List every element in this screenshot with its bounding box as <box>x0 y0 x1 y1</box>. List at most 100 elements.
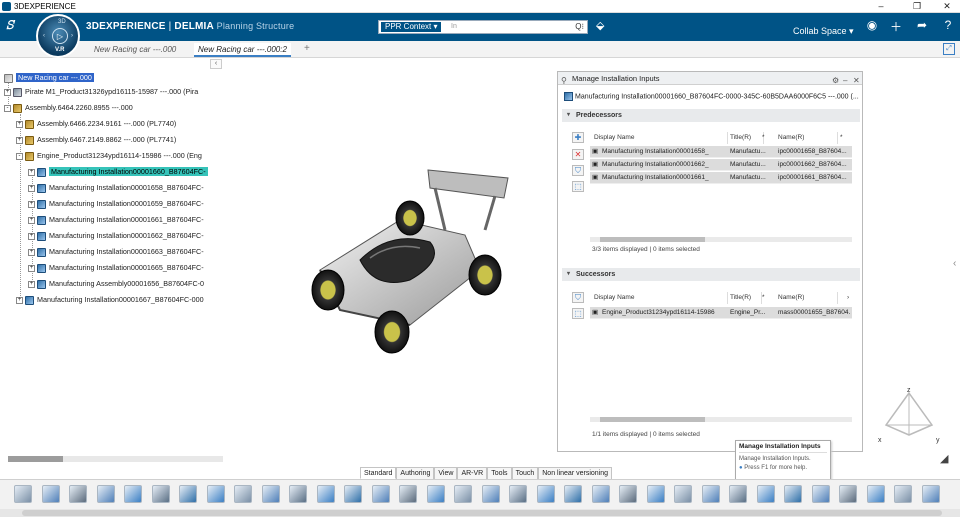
product-icon[interactable] <box>124 485 142 503</box>
tree-item[interactable]: + Manufacturing Installation00001660_B876… <box>28 166 208 178</box>
network-icon[interactable] <box>481 485 500 503</box>
structure-icon[interactable] <box>206 485 225 503</box>
plus-icon[interactable]: ＋ <box>888 18 904 35</box>
successors-section-header[interactable]: ▾ Successors <box>562 268 860 281</box>
expand-toggle-icon[interactable]: + <box>4 88 11 96</box>
table-row[interactable]: ▣ Manufacturing Installation00001661_ Ma… <box>590 172 852 184</box>
tree-scrollbar-thumb[interactable] <box>8 456 63 462</box>
search-input[interactable]: In <box>451 23 457 30</box>
user-icon[interactable]: ◉ <box>864 18 880 32</box>
tree-item[interactable]: + Assembly.6466.2234.9161 ---.000 (PL7740… <box>16 118 176 130</box>
tree-scrollbar[interactable] <box>8 456 223 462</box>
tag-icon[interactable]: ⬙ <box>596 19 604 32</box>
clock-icon[interactable] <box>371 485 390 503</box>
close-icon[interactable] <box>921 485 940 503</box>
installation-link[interactable]: Manufacturing Installation00001660_B8760… <box>564 92 859 101</box>
expand-toggle-icon[interactable]: + <box>28 264 35 272</box>
install-icon[interactable] <box>674 485 692 503</box>
close-button[interactable]: ✕ <box>932 0 960 13</box>
tree-item[interactable]: + Pirate M1_Product31326ypd16115-15987 --… <box>4 86 198 98</box>
restore-button[interactable]: ❐ <box>902 0 932 13</box>
tab-ar-vr[interactable]: AR-VR <box>457 467 488 479</box>
tab-racing-car-1[interactable]: New Racing car ---.000 <box>90 43 180 57</box>
assign-icon[interactable] <box>509 485 527 503</box>
tree-link-icon[interactable] <box>426 485 445 503</box>
racing-car-3d-model[interactable] <box>280 150 520 360</box>
tree-item[interactable]: + Assembly.6467.2149.8862 ---.000 (PL7741… <box>16 134 176 146</box>
tab-racing-car-2[interactable]: New Racing car ---.000:2 <box>194 43 291 57</box>
ds-logo-icon[interactable]: ꕶ <box>6 18 14 33</box>
expand-toggle-icon[interactable]: - <box>4 104 11 112</box>
tree-item[interactable]: + Manufacturing Installation00001658_B876… <box>28 182 204 194</box>
expand-toggle-icon[interactable]: + <box>28 184 35 192</box>
tree-item[interactable]: + Manufacturing Installation00001661_B876… <box>28 214 204 226</box>
paste-icon[interactable] <box>69 485 87 503</box>
cut-icon[interactable] <box>14 485 32 503</box>
side-panel-arrow-icon[interactable]: ‹ <box>953 258 956 269</box>
edit-icon[interactable] <box>261 485 280 503</box>
tree-item[interactable]: New Racing car ---.000 <box>4 72 94 84</box>
pen-icon[interactable]: ◢ <box>940 452 948 465</box>
add-predecessor-icon[interactable]: ✚ <box>572 132 584 143</box>
tab-standard[interactable]: Standard <box>360 467 397 479</box>
boxes-icon[interactable] <box>536 485 555 503</box>
table-icon[interactable] <box>811 485 830 503</box>
tab-view[interactable]: View <box>434 467 458 479</box>
expand-toggle-icon[interactable]: + <box>28 216 35 224</box>
col-more-icon[interactable]: › <box>847 292 853 304</box>
scrollbar-thumb[interactable] <box>600 237 705 242</box>
col-name[interactable]: Name(R) <box>778 132 838 144</box>
search-icon[interactable]: Q⁝ <box>575 22 584 31</box>
filter-icon[interactable] <box>564 485 582 503</box>
add-tab-icon[interactable]: + <box>304 43 310 54</box>
dice-icon[interactable] <box>784 485 802 503</box>
compass-icon[interactable]: 3D ‹ ▷ › V.R <box>36 14 80 58</box>
notes-icon[interactable] <box>646 485 665 503</box>
tab-non-linear-versioning[interactable]: Non linear versioning <box>538 467 613 479</box>
expand-toggle-icon[interactable]: + <box>28 280 35 288</box>
tree-item[interactable]: + Manufacturing Installation00001659_B876… <box>28 198 204 210</box>
col-display-name[interactable]: Display Name <box>594 132 728 144</box>
tree-item[interactable]: + Manufacturing Installation00001665_B876… <box>28 262 204 274</box>
cube-icon[interactable] <box>591 485 610 503</box>
search-box[interactable]: PPR Context ▾ In Q⁝ <box>378 20 588 34</box>
expand-toggle-icon[interactable]: + <box>28 168 35 176</box>
wrench-icon[interactable] <box>894 485 912 503</box>
tree-item[interactable]: - Engine_Product31234ypd16114-15986 ---.0… <box>16 150 202 162</box>
col-title[interactable]: Title(R) <box>730 292 762 304</box>
chart-icon[interactable] <box>701 485 720 503</box>
tree-item[interactable]: + Manufacturing Installation00001667_B876… <box>16 294 204 306</box>
successors-scrollbar[interactable] <box>590 417 852 422</box>
axis-triad-icon[interactable]: z x y <box>874 385 944 445</box>
compass-play-icon[interactable]: ▷ <box>52 28 68 44</box>
assembly-icon[interactable] <box>151 485 170 503</box>
col-title[interactable]: Title(R) <box>730 132 764 144</box>
cut-tool-icon[interactable] <box>619 485 637 503</box>
search-3d-icon[interactable] <box>316 485 335 503</box>
settings-icon[interactable]: ⚙ <box>832 74 839 87</box>
tree-item[interactable]: + Manufacturing Installation00001663_B876… <box>28 246 204 258</box>
filter-icon[interactable]: ⛉ <box>572 165 584 176</box>
expand-toggle-icon[interactable]: + <box>16 120 23 128</box>
pipe-icon[interactable] <box>729 485 747 503</box>
tab-touch[interactable]: Touch <box>511 467 539 479</box>
select-icon[interactable]: ⬚ <box>572 308 584 319</box>
scrollbar-thumb[interactable] <box>600 417 705 422</box>
predecessors-section-header[interactable]: ▾ Predecessors <box>562 109 860 122</box>
help-icon[interactable]: ? <box>940 18 956 32</box>
col-name[interactable]: Name(R) <box>778 292 838 304</box>
tab-authoring[interactable]: Authoring <box>396 467 435 479</box>
collab-space-dropdown[interactable]: Collab Space ▾ <box>793 26 854 37</box>
expand-toggle-icon[interactable]: - <box>16 152 23 160</box>
table-row[interactable]: ▣ Manufacturing Installation00001658_ Ma… <box>590 146 852 158</box>
expand-toggle-icon[interactable]: + <box>28 248 35 256</box>
flag-icon[interactable] <box>839 485 857 503</box>
expand-toggle-icon[interactable]: + <box>16 296 23 304</box>
fork-icon[interactable] <box>179 485 197 503</box>
expand-toggle-icon[interactable]: + <box>28 200 35 208</box>
remove-predecessor-icon[interactable]: ✕ <box>572 149 584 160</box>
panel-close-icon[interactable]: ✕ <box>853 74 860 87</box>
predecessors-scrollbar[interactable] <box>590 237 852 242</box>
tab-tools[interactable]: Tools <box>487 467 512 479</box>
filter-icon[interactable]: ⛉ <box>572 292 584 303</box>
